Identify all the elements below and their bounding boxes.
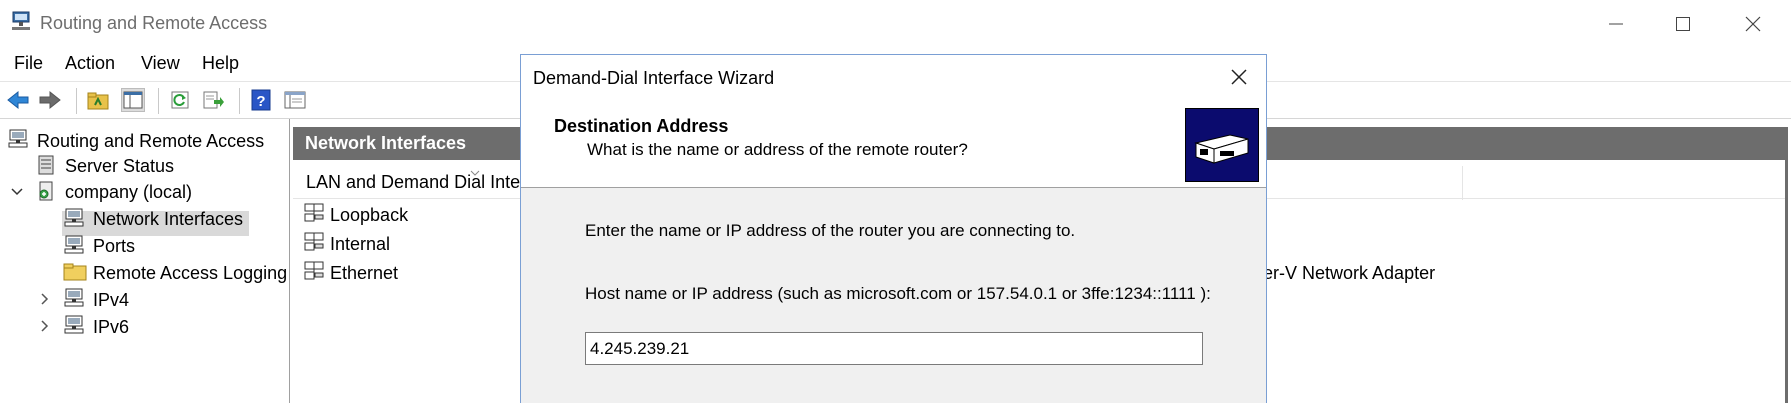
properties-icon[interactable] bbox=[283, 88, 307, 112]
dialog-title: Demand-Dial Interface Wizard bbox=[533, 68, 775, 88]
up-folder-icon[interactable] bbox=[86, 88, 110, 112]
wizard-step-subtitle: What is the name or address of the remot… bbox=[587, 140, 968, 159]
server-status-icon bbox=[35, 154, 57, 176]
close-icon bbox=[1231, 69, 1247, 85]
toolbar-separator bbox=[239, 88, 240, 114]
forward-arrow-icon[interactable] bbox=[38, 88, 62, 112]
export-list-icon[interactable] bbox=[201, 88, 225, 112]
menu-view[interactable]: View bbox=[141, 53, 180, 74]
tree-item-ipv6[interactable]: IPv6 bbox=[93, 317, 129, 338]
menu-help[interactable]: Help bbox=[202, 53, 239, 74]
chevron-down-icon[interactable] bbox=[10, 185, 24, 199]
show-hide-tree-icon[interactable] bbox=[121, 88, 145, 112]
ipv4-icon bbox=[63, 287, 85, 309]
device-name-cell: per-V Network Adapter bbox=[1253, 263, 1436, 283]
tree-item-server[interactable]: company (local) bbox=[65, 182, 192, 203]
list-item[interactable]: Loopback bbox=[330, 205, 408, 226]
list-item[interactable]: Ethernet bbox=[330, 263, 398, 284]
server-icon bbox=[35, 180, 57, 202]
close-icon bbox=[1745, 16, 1761, 32]
chevron-right-icon[interactable] bbox=[38, 319, 52, 333]
window-title: Routing and Remote Access bbox=[40, 13, 268, 33]
pane-border bbox=[1785, 127, 1788, 403]
wizard-step-title: Destination Address bbox=[554, 116, 729, 136]
network-interfaces-icon bbox=[63, 207, 85, 229]
interface-icon bbox=[303, 202, 325, 224]
app-icon bbox=[10, 10, 32, 32]
host-address-input[interactable] bbox=[585, 332, 1203, 365]
details-header-title: Network Interfaces bbox=[305, 133, 467, 153]
interface-icon bbox=[303, 231, 325, 253]
toolbar-separator bbox=[158, 88, 159, 114]
maximize-icon bbox=[1676, 17, 1690, 31]
toolbar-separator bbox=[76, 88, 77, 114]
wizard-router-icon bbox=[1185, 108, 1259, 182]
sort-arrow-icon bbox=[470, 163, 480, 176]
refresh-icon[interactable] bbox=[168, 88, 192, 112]
tree-item-remote-access-logging[interactable]: Remote Access Logging bbox=[93, 263, 287, 284]
column-divider[interactable] bbox=[1462, 166, 1463, 200]
list-item[interactable]: Internal bbox=[330, 234, 390, 255]
minimize-icon bbox=[1609, 23, 1623, 25]
tree-item-network-interfaces[interactable]: Network Interfaces bbox=[93, 209, 243, 230]
wizard-instruction: Enter the name or IP address of the rout… bbox=[585, 221, 1076, 240]
help-icon[interactable]: ? bbox=[249, 88, 273, 112]
tree-item-ipv4[interactable]: IPv4 bbox=[93, 290, 129, 311]
host-address-label: Host name or IP address (such as microso… bbox=[585, 284, 1211, 303]
folder-icon bbox=[63, 260, 87, 282]
column-header-name[interactable]: LAN and Demand Dial Inter bbox=[306, 172, 526, 193]
ports-icon bbox=[63, 234, 85, 256]
title-bar bbox=[0, 0, 1791, 48]
back-arrow-icon[interactable] bbox=[6, 88, 30, 112]
tree-item-ports[interactable]: Ports bbox=[93, 236, 135, 257]
minimize-button[interactable] bbox=[1596, 8, 1636, 40]
router-icon bbox=[7, 128, 29, 150]
ipv6-icon bbox=[63, 314, 85, 336]
maximize-button[interactable] bbox=[1663, 8, 1703, 40]
menu-file[interactable]: File bbox=[14, 53, 43, 74]
svg-text:?: ? bbox=[256, 93, 265, 110]
tree-item-server-status[interactable]: Server Status bbox=[65, 156, 174, 177]
interface-icon bbox=[303, 260, 325, 282]
dialog-close-button[interactable] bbox=[1226, 64, 1252, 90]
chevron-right-icon[interactable] bbox=[38, 292, 52, 306]
menu-action[interactable]: Action bbox=[65, 53, 115, 74]
tree-item-root[interactable]: Routing and Remote Access bbox=[37, 131, 264, 152]
close-button[interactable] bbox=[1733, 8, 1773, 40]
